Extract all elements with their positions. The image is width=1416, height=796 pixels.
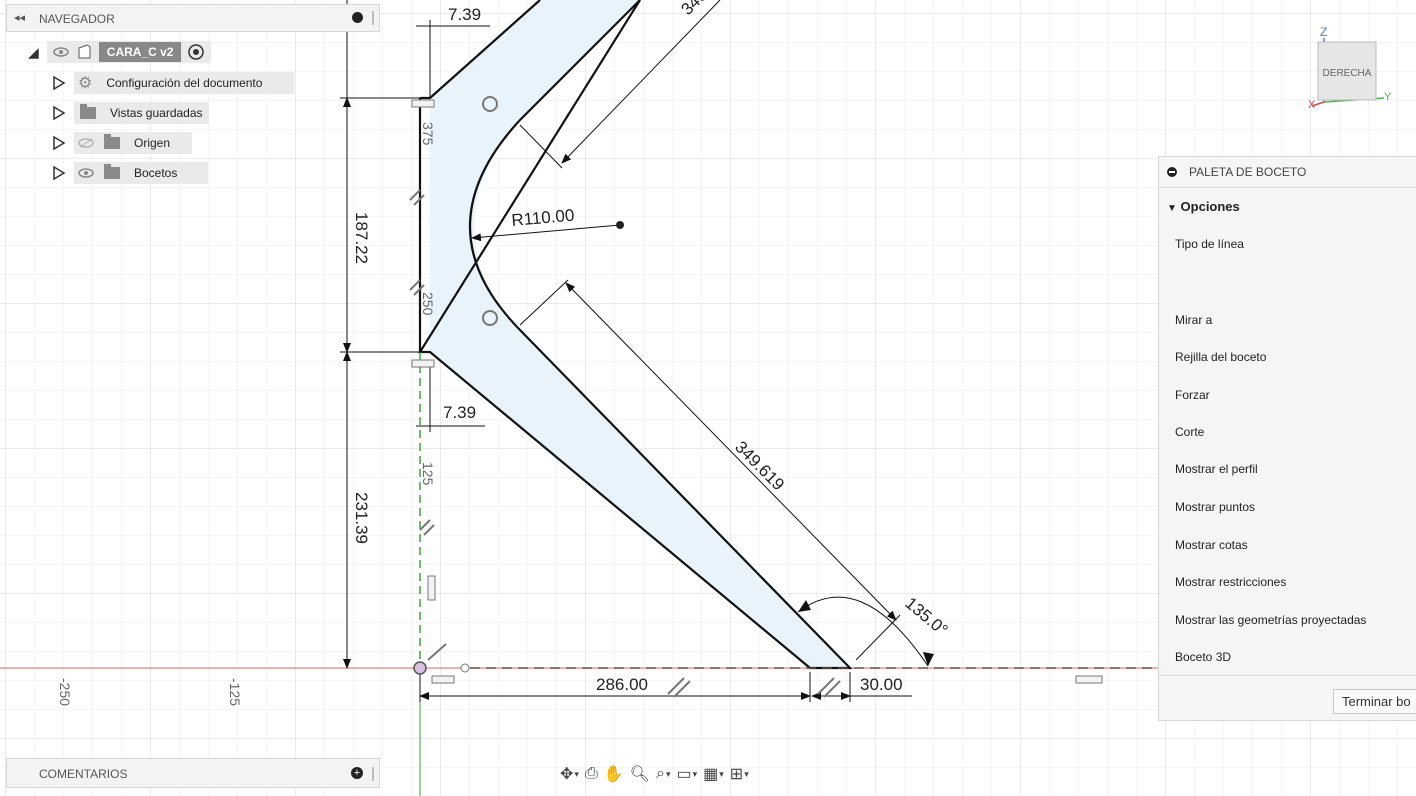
axis-z-label: Z bbox=[1320, 25, 1327, 39]
axis-y-label: Y bbox=[1384, 91, 1392, 103]
option-3d-sketch: Boceto 3D bbox=[1175, 650, 1232, 664]
panel-option-icon[interactable] bbox=[352, 12, 363, 23]
triangle-down-icon: ▼ bbox=[1167, 203, 1177, 214]
dim-mid-offset[interactable]: 7.39 bbox=[443, 403, 476, 422]
tree-item-label: Configuración del documento bbox=[106, 76, 263, 90]
gear-icon: ⚙ bbox=[78, 75, 93, 92]
palette-title: PALETA DE BOCETO bbox=[1189, 165, 1307, 179]
option-show-points: Mostrar puntos bbox=[1175, 500, 1256, 514]
pan-icon[interactable]: ✋ bbox=[604, 764, 624, 784]
expand-triangle-icon[interactable] bbox=[52, 76, 66, 90]
options-section-label: Opciones bbox=[1180, 199, 1240, 214]
navigation-toolbar: ✥ ▾ ⎙ ✋ 🔍︎ ⌕ ▾ ▭ ▾ ▦ ▾ ⊞ ▾ bbox=[560, 760, 749, 788]
display-icon[interactable]: ▭ ▾ bbox=[676, 764, 697, 784]
dim-left-upper[interactable]: 187.22 bbox=[352, 212, 371, 264]
dim-top-offset[interactable]: 7.39 bbox=[448, 5, 481, 24]
component-icon bbox=[78, 44, 91, 59]
collapse-panel-icon[interactable]: ◂◂ bbox=[14, 11, 25, 24]
divider bbox=[1159, 675, 1416, 676]
tree-item-label: Origen bbox=[134, 136, 171, 150]
expand-triangle-icon[interactable] bbox=[52, 136, 66, 150]
tree-item-saved-views[interactable]: Vistas guardadas bbox=[52, 102, 209, 124]
folder-icon bbox=[80, 104, 96, 119]
axis-x-label: X bbox=[1308, 99, 1316, 111]
option-show-projected: Mostrar las geometrías proyectadas bbox=[1175, 613, 1367, 627]
orbit-icon[interactable]: ✥ ▾ bbox=[560, 764, 579, 784]
option-slice: Corte bbox=[1175, 425, 1205, 439]
eye-icon[interactable] bbox=[53, 47, 69, 57]
activate-radio-icon[interactable] bbox=[187, 43, 205, 61]
panel-grip[interactable] bbox=[372, 767, 374, 781]
zoom-icon[interactable]: 🔍︎ bbox=[630, 764, 650, 784]
eye-icon[interactable] bbox=[78, 168, 94, 178]
root-component-label[interactable]: CARA_C v2 bbox=[98, 42, 182, 62]
dim-left-lower[interactable]: 231.39 bbox=[352, 492, 371, 544]
eye-hidden-icon[interactable] bbox=[78, 138, 94, 148]
option-show-constraints: Mostrar restricciones bbox=[1175, 575, 1287, 589]
collapse-palette-icon[interactable] bbox=[1167, 167, 1177, 177]
axis-label-250: 250 bbox=[420, 292, 436, 316]
dim-bottom-end[interactable]: 30.00 bbox=[860, 675, 903, 694]
add-comment-icon[interactable]: + bbox=[351, 767, 363, 779]
option-show-profile: Mostrar el perfil bbox=[1175, 462, 1258, 476]
tree-root[interactable]: ◢ CARA_C v2 bbox=[28, 41, 212, 63]
tree-item-label: Vistas guardadas bbox=[110, 106, 203, 120]
dim-bottom-length[interactable]: 286.00 bbox=[596, 675, 648, 694]
expand-triangle-icon[interactable] bbox=[52, 166, 66, 180]
axis-label-125: 125 bbox=[420, 462, 436, 486]
option-snap: Forzar bbox=[1175, 388, 1210, 402]
navigator-title: NAVEGADOR bbox=[39, 12, 115, 26]
comments-title: COMENTARIOS bbox=[39, 767, 128, 781]
axis-label-375: 375 bbox=[420, 122, 436, 146]
folder-icon bbox=[104, 164, 120, 179]
tree-item-label: Bocetos bbox=[134, 166, 178, 180]
option-line-type: Tipo de línea bbox=[1175, 237, 1244, 251]
expand-triangle-icon[interactable] bbox=[52, 106, 66, 120]
sketch-palette: PALETA DE BOCETO ▼ Opciones Tipo de líne… bbox=[1158, 156, 1416, 721]
finish-sketch-button[interactable]: Terminar bo bbox=[1333, 689, 1416, 714]
option-show-dimensions: Mostrar cotas bbox=[1175, 538, 1248, 552]
viewcube-face-label[interactable]: DERECHA bbox=[1323, 68, 1372, 79]
look-at-icon[interactable]: ⎙ bbox=[585, 765, 598, 783]
viewports-icon[interactable]: ⊞ ▾ bbox=[730, 764, 749, 784]
navigator-panel: ◂◂ NAVEGADOR bbox=[6, 4, 380, 32]
collapse-triangle-icon[interactable]: ◢ bbox=[28, 44, 39, 61]
viewcube[interactable]: Z DERECHA X Y bbox=[1300, 22, 1410, 117]
ruler-label-neg125: -125 bbox=[227, 678, 243, 706]
options-section-toggle[interactable]: ▼ Opciones bbox=[1167, 199, 1240, 214]
comments-panel: COMENTARIOS + bbox=[6, 758, 380, 788]
folder-icon bbox=[104, 134, 120, 149]
tree-item-sketches[interactable]: Bocetos bbox=[52, 162, 208, 184]
tree-item-document-settings[interactable]: ⚙ Configuración del documento bbox=[52, 72, 294, 94]
origin-point bbox=[413, 661, 427, 675]
option-look-at: Mirar a bbox=[1175, 313, 1213, 327]
panel-grip[interactable] bbox=[372, 11, 374, 25]
zoom-window-icon[interactable]: ⌕ ▾ bbox=[656, 765, 671, 783]
palette-header[interactable]: PALETA DE BOCETO bbox=[1159, 157, 1416, 188]
option-sketch-grid: Rejilla del boceto bbox=[1175, 350, 1267, 364]
tree-item-origin[interactable]: Origen bbox=[52, 132, 192, 154]
ruler-label-neg250: -250 bbox=[57, 678, 73, 706]
grid-icon[interactable]: ▦ ▾ bbox=[703, 764, 724, 784]
